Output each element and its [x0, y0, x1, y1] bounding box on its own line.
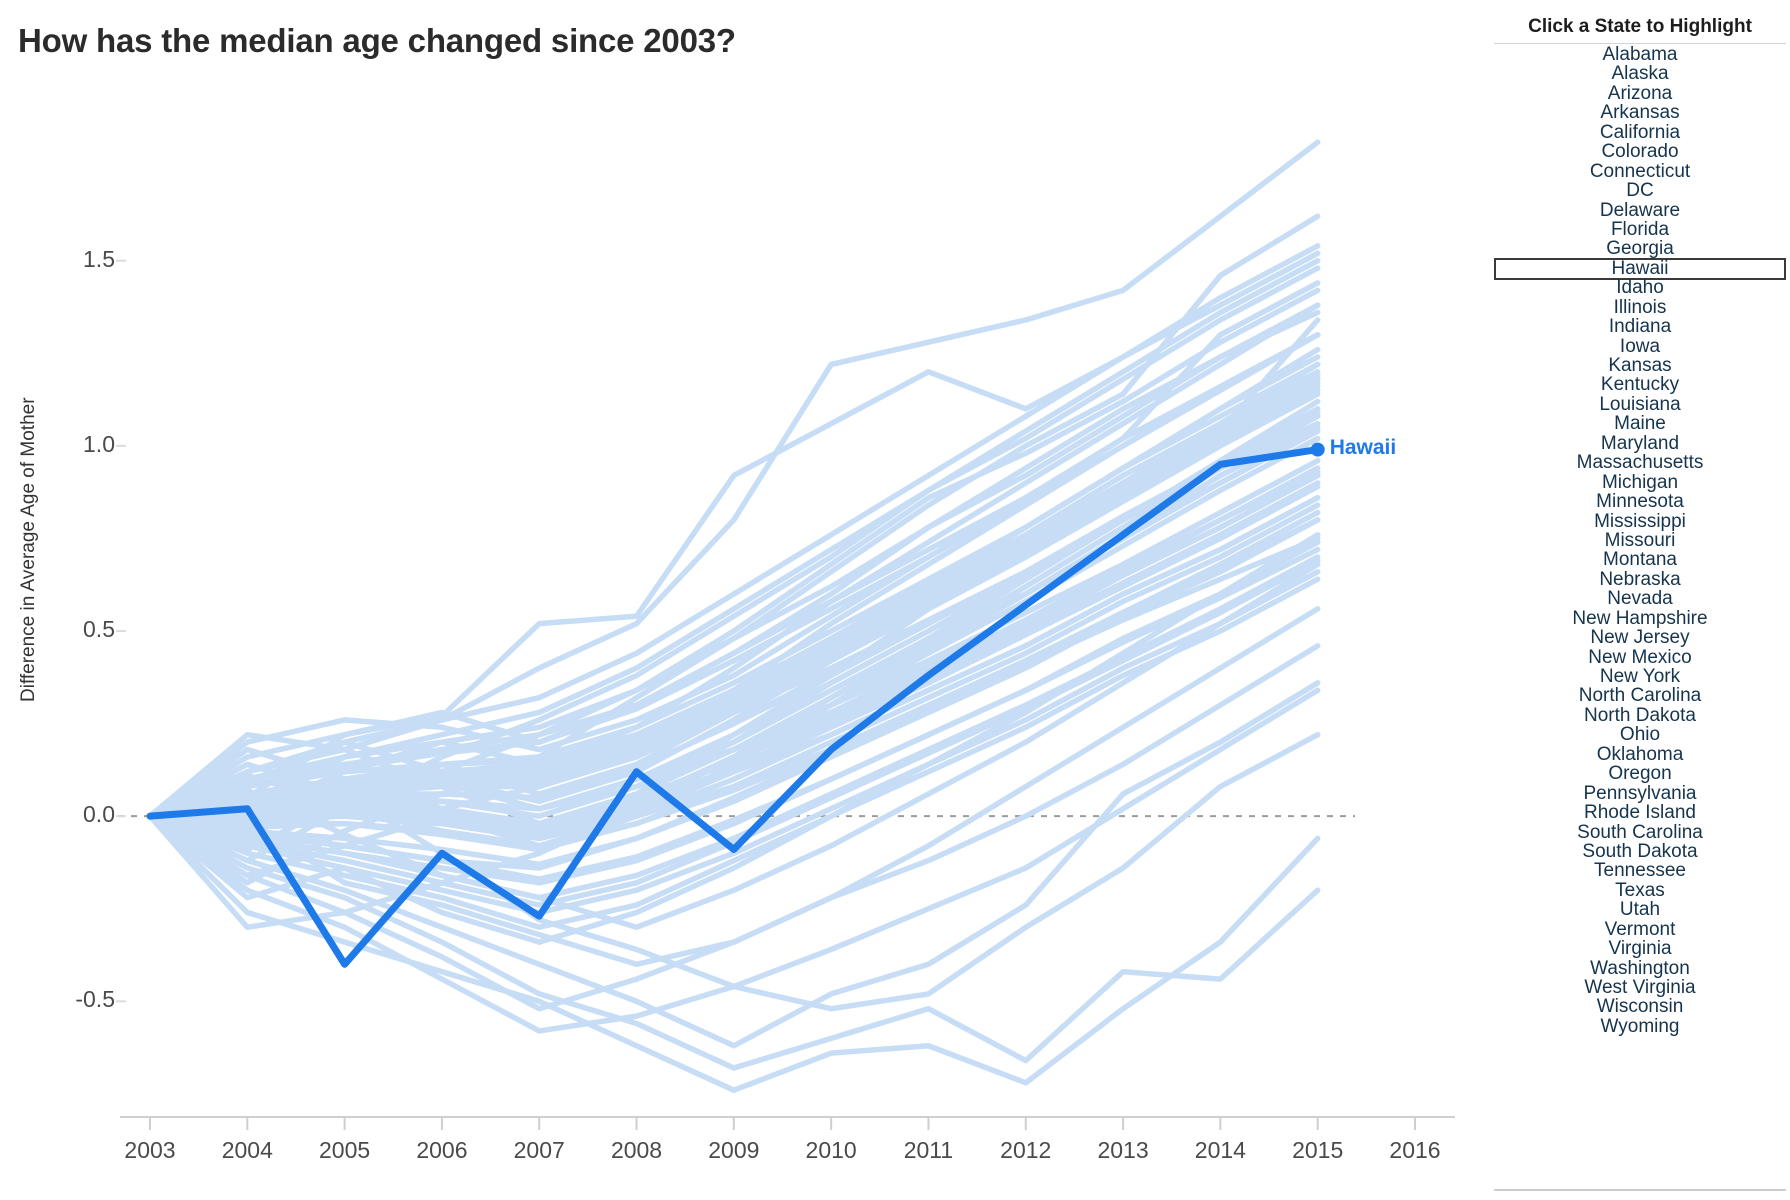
chart-panel: How has the median age changed since 200…: [0, 0, 1480, 1200]
state-list-item[interactable]: Kansas: [1490, 356, 1790, 376]
state-list-item[interactable]: Nevada: [1490, 589, 1790, 609]
state-list-item[interactable]: Louisiana: [1490, 394, 1790, 414]
state-list-item[interactable]: Minnesota: [1490, 492, 1790, 512]
state-list-item[interactable]: Rhode Island: [1490, 803, 1790, 823]
state-list-item[interactable]: New Jersey: [1490, 628, 1790, 648]
state-filter-panel: Click a State to Highlight Alabama Alaska…: [1490, 0, 1790, 1200]
x-axis-tick-label: 2006: [416, 1137, 468, 1163]
state-list-item[interactable]: Ohio: [1490, 725, 1790, 745]
state-list-item[interactable]: Maine: [1490, 414, 1790, 434]
y-axis-title: Difference in Average Age of Mother: [18, 397, 39, 703]
state-list-item[interactable]: Delaware: [1490, 200, 1790, 220]
state-panel-header: Click a State to Highlight: [1528, 16, 1752, 37]
state-list-item[interactable]: Hawaii: [1490, 257, 1790, 281]
y-axis-tick-label: -0.5: [75, 986, 115, 1013]
x-axis-tick-label: 2016: [1389, 1137, 1441, 1163]
state-list-item[interactable]: Montana: [1490, 550, 1790, 570]
x-axis-tick-label: 2015: [1292, 1137, 1344, 1163]
state-list-item[interactable]: Tennessee: [1490, 861, 1790, 881]
x-axis-tick-label: 2003: [124, 1137, 176, 1163]
state-list-item[interactable]: New Hampshire: [1490, 608, 1790, 628]
state-list-item[interactable]: Illinois: [1490, 297, 1790, 317]
y-axis-tick-label: 1.5: [83, 245, 115, 272]
state-list-item[interactable]: South Carolina: [1490, 822, 1790, 842]
state-list-item[interactable]: Pennsylvania: [1490, 783, 1790, 803]
state-list-item[interactable]: Arizona: [1490, 83, 1790, 103]
state-list-item[interactable]: West Virginia: [1490, 978, 1790, 998]
state-list-item[interactable]: Connecticut: [1490, 161, 1790, 181]
state-list-item[interactable]: Oregon: [1490, 764, 1790, 784]
state-list-item[interactable]: Iowa: [1490, 336, 1790, 356]
state-list-item[interactable]: Texas: [1490, 880, 1790, 900]
state-list-item[interactable]: Colorado: [1490, 142, 1790, 162]
state-list-item[interactable]: Washington: [1490, 958, 1790, 978]
state-list-item[interactable]: Arkansas: [1490, 103, 1790, 123]
state-list-item[interactable]: Wyoming: [1490, 1016, 1790, 1036]
state-list[interactable]: Alabama Alaska Arizona Arkansas California Co…: [1490, 45, 1790, 1036]
y-axis-tick-label: 0.5: [83, 616, 115, 642]
state-list-item[interactable]: Idaho: [1490, 278, 1790, 298]
highlighted-series-endpoint-dot[interactable]: [1310, 442, 1325, 457]
state-list-item[interactable]: Virginia: [1490, 939, 1790, 959]
series-endpoint-label: Hawaii: [1329, 435, 1397, 459]
state-list-item[interactable]: New Mexico: [1490, 647, 1790, 667]
x-axis-tick-label: 2007: [513, 1137, 565, 1163]
divider-bottom: [1494, 1189, 1786, 1191]
x-axis-tick-label: 2005: [319, 1137, 371, 1163]
state-list-item[interactable]: DC: [1490, 181, 1790, 201]
visualization-root: How has the median age changed since 200…: [0, 0, 1790, 1200]
state-list-item[interactable]: Indiana: [1490, 317, 1790, 337]
state-list-item[interactable]: California: [1490, 122, 1790, 142]
state-list-item[interactable]: Georgia: [1490, 239, 1790, 259]
state-list-item[interactable]: Alabama: [1490, 45, 1790, 65]
state-list-item[interactable]: Utah: [1490, 900, 1790, 920]
state-list-item[interactable]: Maryland: [1490, 433, 1790, 453]
state-list-item[interactable]: North Carolina: [1490, 686, 1790, 706]
x-axis-tick-label: 2010: [805, 1137, 857, 1163]
background-series-group: [147, 139, 1321, 1093]
x-axis-tick-label: 2011: [903, 1137, 954, 1163]
state-list-item[interactable]: Vermont: [1490, 919, 1790, 939]
state-list-item[interactable]: Kentucky: [1490, 375, 1790, 395]
x-axis-tick-label: 2008: [610, 1137, 663, 1163]
state-list-item[interactable]: North Dakota: [1490, 705, 1790, 725]
x-axis-tick-label: 2009: [708, 1137, 760, 1163]
state-list-item[interactable]: Alaska: [1490, 64, 1790, 84]
state-list-item[interactable]: Florida: [1490, 219, 1790, 239]
state-list-item[interactable]: Oklahoma: [1490, 744, 1790, 764]
state-list-item[interactable]: Michigan: [1490, 472, 1790, 492]
state-list-item[interactable]: Wisconsin: [1490, 997, 1790, 1017]
state-list-item[interactable]: Mississippi: [1490, 511, 1790, 531]
state-list-item[interactable]: South Dakota: [1490, 841, 1790, 861]
y-axis-tick-label: 1.0: [83, 430, 115, 457]
line-chart[interactable]: [0, 0, 1480, 1200]
state-list-item[interactable]: Nebraska: [1490, 569, 1790, 589]
x-axis-tick-label: 2004: [221, 1137, 273, 1163]
x-axis-tick-label: 2013: [1097, 1137, 1149, 1163]
x-axis-tick-label: 2012: [1000, 1137, 1052, 1163]
state-list-item[interactable]: Massachusetts: [1490, 453, 1790, 473]
state-list-item[interactable]: New York: [1490, 667, 1790, 687]
state-list-item[interactable]: Missouri: [1490, 530, 1790, 550]
series-line[interactable]: [147, 243, 1321, 819]
y-axis-tick-label: 0.0: [83, 801, 115, 828]
x-axis-tick-label: 2014: [1194, 1137, 1246, 1163]
